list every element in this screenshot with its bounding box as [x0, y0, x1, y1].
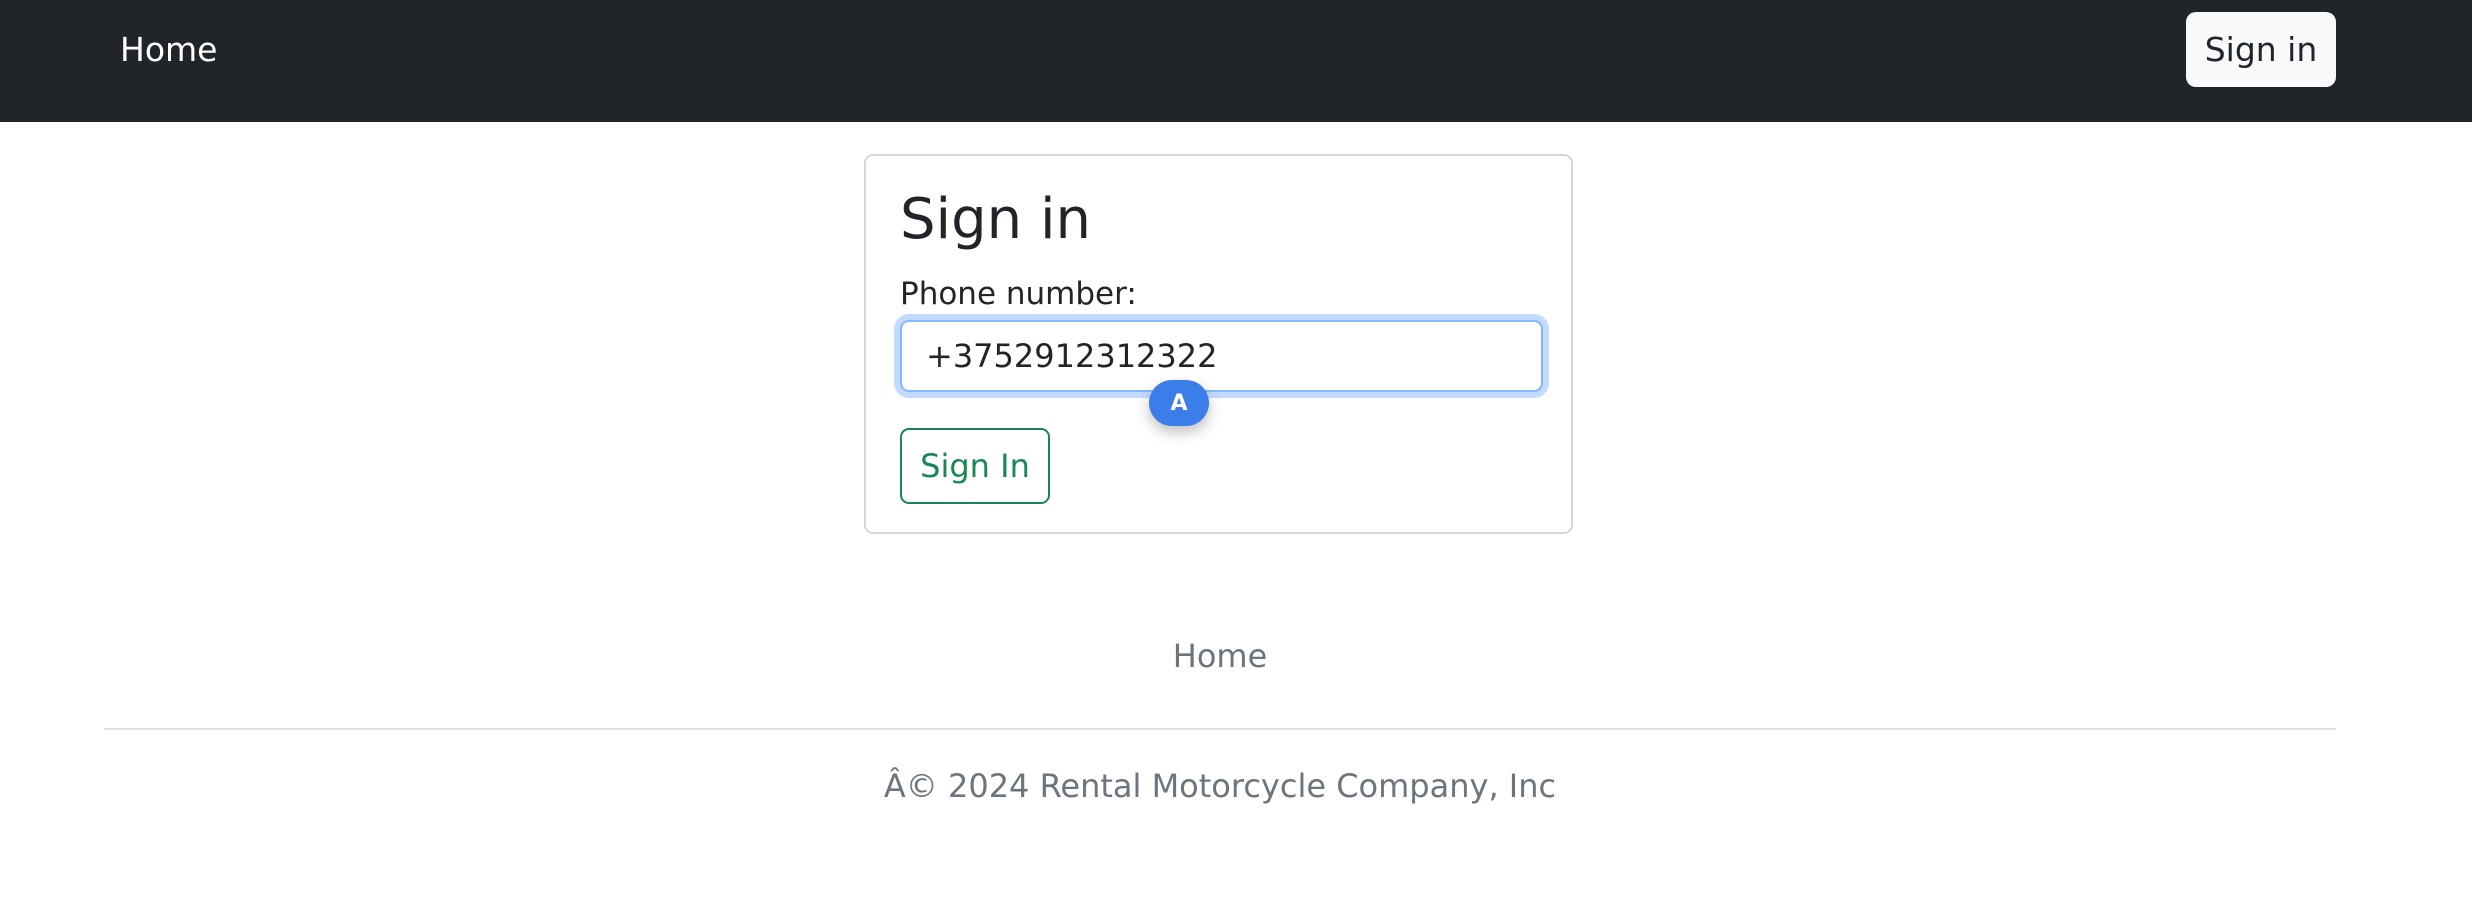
signin-card: Sign in Phone number: A Sign In	[864, 154, 1573, 534]
phone-number-input[interactable]	[900, 320, 1543, 392]
nav-home-link[interactable]: Home	[120, 28, 217, 72]
top-navbar: Home Sign in	[0, 0, 2472, 122]
signin-title: Sign in	[900, 187, 1091, 252]
footer-divider	[104, 728, 2336, 730]
footer-home-link[interactable]: Home	[0, 634, 2440, 678]
autofill-badge[interactable]: A	[1149, 380, 1209, 426]
signin-submit-button[interactable]: Sign In	[900, 428, 1050, 504]
phone-number-label: Phone number:	[900, 276, 1137, 312]
footer-copyright: Â© 2024 Rental Motorcycle Company, Inc	[883, 767, 1557, 805]
nav-signin-button[interactable]: Sign in	[2186, 12, 2336, 87]
